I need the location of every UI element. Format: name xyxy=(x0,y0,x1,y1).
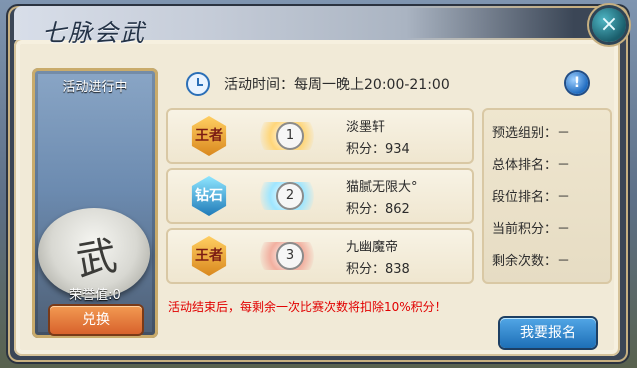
rank-row-2: 钻石 2 猫腻无限大° 积分：862 xyxy=(166,168,474,224)
player-score: 积分：862 xyxy=(346,202,410,217)
close-icon: × xyxy=(599,12,619,37)
event-status: 活动进行中 xyxy=(62,80,128,95)
medal-glyph: 武 xyxy=(73,232,121,286)
clock-icon xyxy=(186,72,210,96)
player-name: 淡墨轩 xyxy=(346,120,386,135)
window-title: 七脉会武 xyxy=(42,19,146,47)
info-tier-rank: 段位排名：－ xyxy=(492,190,571,205)
info-icon[interactable]: ! xyxy=(566,72,588,94)
rank-number: 3 xyxy=(276,242,304,270)
info-remaining-attempts: 剩余次数：－ xyxy=(492,254,571,269)
exchange-button[interactable]: 兑换 xyxy=(50,306,142,334)
honor-value: 荣誉值:0 xyxy=(69,288,121,303)
rank-badge: 王者 xyxy=(191,116,227,156)
rank-number: 2 xyxy=(276,182,304,210)
player-score: 积分：838 xyxy=(346,262,410,277)
player-score: 积分：934 xyxy=(346,142,410,157)
rank-row-1: 王者 1 淡墨轩 积分：934 xyxy=(166,108,474,164)
rank-badge: 钻石 xyxy=(191,176,227,216)
player-name: 猫腻无限大° xyxy=(346,180,418,195)
info-overall-rank: 总体排名：－ xyxy=(492,158,571,173)
player-name: 九幽魔帝 xyxy=(346,240,399,255)
close-button[interactable]: × xyxy=(592,8,626,42)
info-panel: 预选组别：－ 总体排名：－ 段位排名：－ 当前积分：－ 剩余次数：－ xyxy=(482,108,612,284)
title-bar: 七脉会武 xyxy=(14,6,574,47)
deduction-notice: 活动结束后，每剩余一次比赛次数将扣除10%积分！ xyxy=(168,300,447,314)
event-time: 活动时间：每周一晚上20:00-21:00 xyxy=(224,77,450,93)
signup-button[interactable]: 我要报名 xyxy=(500,318,596,348)
rank-number: 1 xyxy=(276,122,304,150)
info-preliminary-group: 预选组别：－ xyxy=(492,126,571,141)
rank-row-3: 王者 3 九幽魔帝 积分：838 xyxy=(166,228,474,284)
rank-badge: 王者 xyxy=(191,236,227,276)
info-current-score: 当前积分：－ xyxy=(492,222,571,237)
